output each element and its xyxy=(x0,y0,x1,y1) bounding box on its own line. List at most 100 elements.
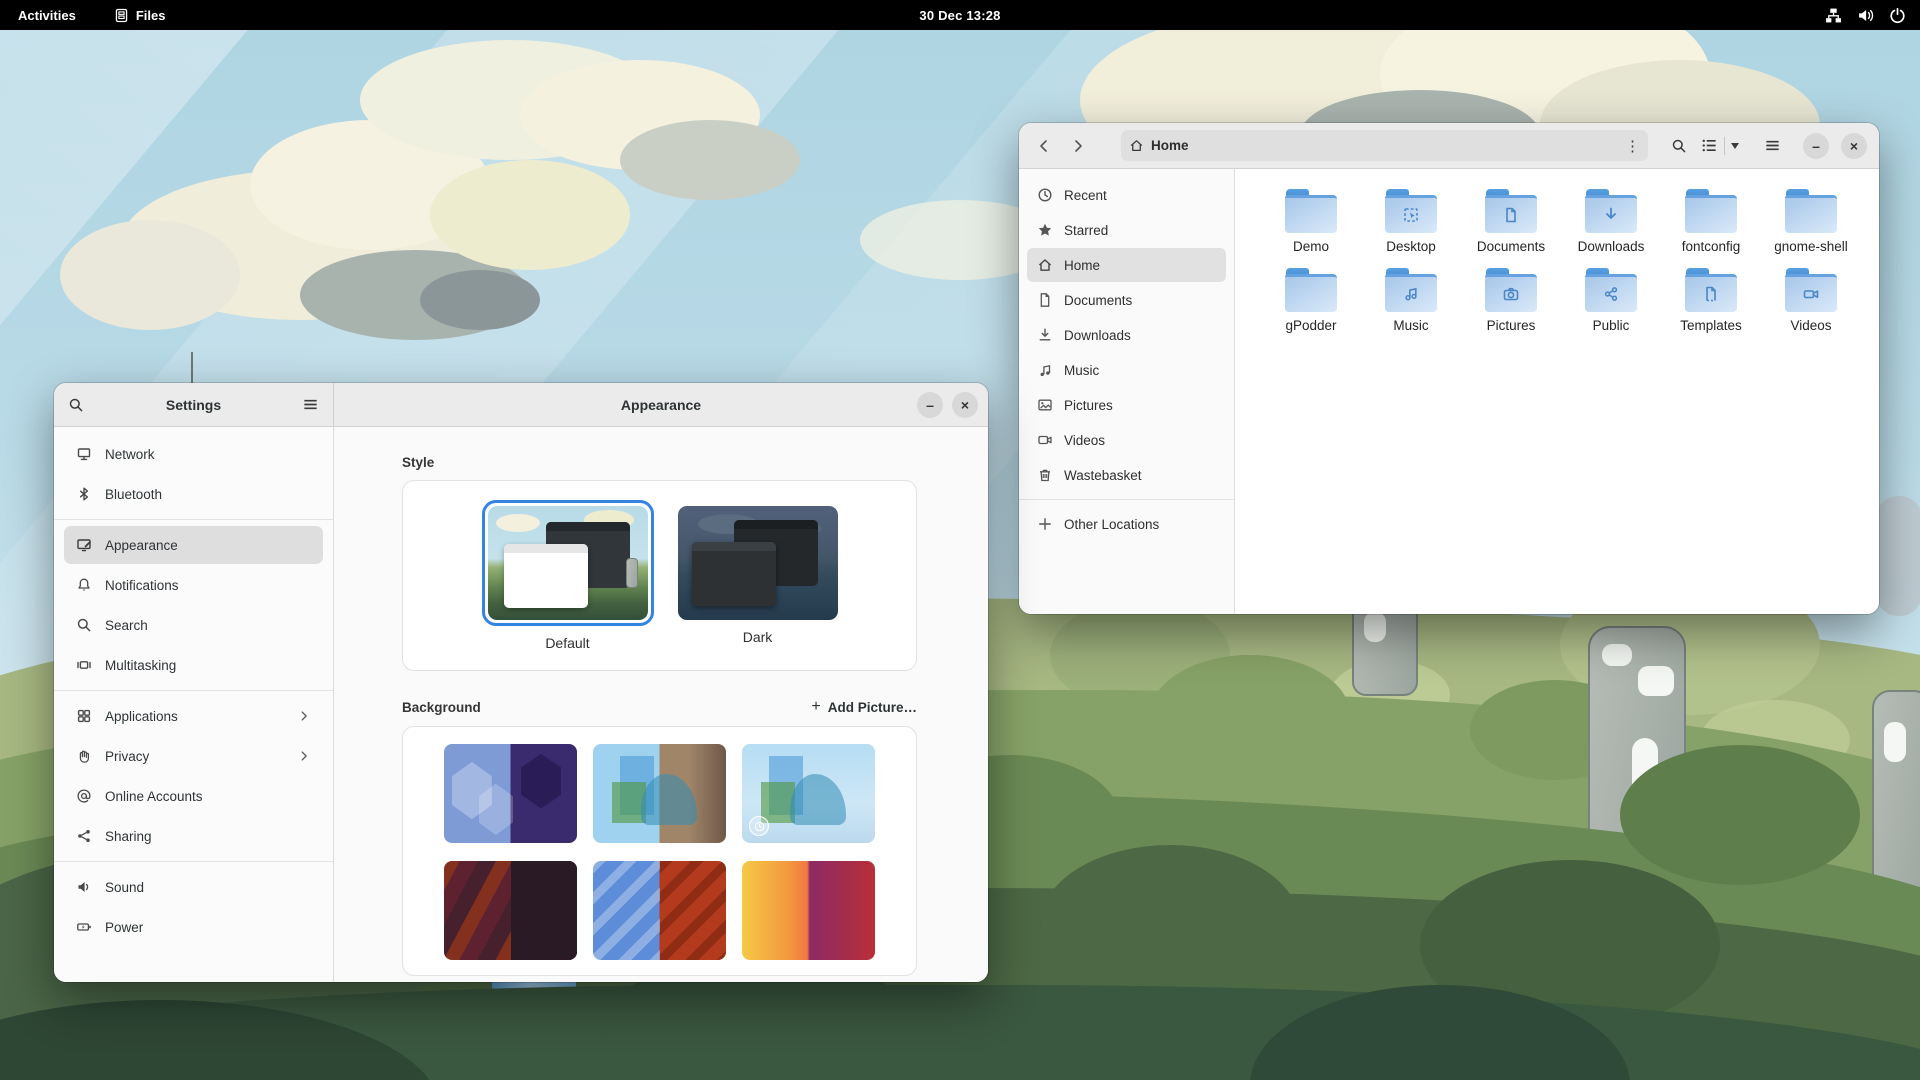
sidebar-item-power[interactable]: Power xyxy=(64,908,323,946)
wallpaper-thumbnail-dark-red-waves[interactable] xyxy=(444,861,577,960)
style-section-title: Style xyxy=(402,455,917,470)
sidebar-item-label: Other Locations xyxy=(1064,517,1159,532)
style-option-default[interactable]: Default xyxy=(482,500,654,651)
folder-gnome-shell[interactable]: gnome-shell xyxy=(1761,189,1861,254)
divider xyxy=(54,690,333,691)
sidebar-item-multitasking[interactable]: Multitasking xyxy=(64,646,323,684)
bell-icon xyxy=(76,577,92,593)
sidebar-item-recent[interactable]: Recent xyxy=(1027,178,1226,212)
chevron-right-icon xyxy=(297,749,311,763)
wallpaper-thumbnail-yellow-purple-gradient[interactable] xyxy=(742,861,875,960)
trash-icon xyxy=(1037,467,1053,483)
close-icon: × xyxy=(961,397,969,413)
volume-icon xyxy=(1857,7,1874,24)
sidebar-item-sharing[interactable]: Sharing xyxy=(64,817,323,855)
sidebar-item-online-accounts[interactable]: Online Accounts xyxy=(64,777,323,815)
back-icon xyxy=(1036,138,1052,154)
wallpaper-thumbnail-blue-orange-drips[interactable] xyxy=(593,861,726,960)
folder-downloads[interactable]: Downloads xyxy=(1561,189,1661,254)
sidebar-item-label: Wastebasket xyxy=(1064,468,1142,483)
app-grid-icon xyxy=(76,708,92,724)
forward-icon xyxy=(1070,138,1086,154)
minimize-button[interactable]: – xyxy=(1803,133,1829,159)
sidebar-item-pictures[interactable]: Pictures xyxy=(1027,388,1226,422)
files-content-area[interactable]: Demo Desktop Documents xyxy=(1235,169,1879,614)
folder-name: Desktop xyxy=(1386,239,1436,254)
sidebar-item-bluetooth[interactable]: Bluetooth xyxy=(64,475,323,513)
search-icon[interactable] xyxy=(68,397,84,413)
folder-pictures[interactable]: Pictures xyxy=(1461,268,1561,333)
sidebar-item-other-locations[interactable]: Other Locations xyxy=(1027,507,1226,541)
chevron-right-icon xyxy=(297,709,311,723)
sidebar-item-network[interactable]: Network xyxy=(64,435,323,473)
wallpaper-thumbnail-blue-sepia-abstract[interactable] xyxy=(593,744,726,843)
auto-switch-clock-badge xyxy=(749,816,769,836)
style-option-label: Dark xyxy=(743,629,773,645)
sidebar-item-music[interactable]: Music xyxy=(1027,353,1226,387)
folder-desktop[interactable]: Desktop xyxy=(1361,189,1461,254)
search-button[interactable] xyxy=(1666,133,1692,159)
sidebar-item-wastebasket[interactable]: Wastebasket xyxy=(1027,458,1226,492)
folder-documents[interactable]: Documents xyxy=(1461,189,1561,254)
folder-music[interactable]: Music xyxy=(1361,268,1461,333)
sidebar-item-notifications[interactable]: Notifications xyxy=(64,566,323,604)
background-section-title: Background xyxy=(402,700,481,715)
sidebar-item-documents[interactable]: Documents xyxy=(1027,283,1226,317)
minimize-icon: – xyxy=(1812,138,1820,154)
folder-gpodder[interactable]: gPodder xyxy=(1261,268,1361,333)
focused-app-name: Files xyxy=(136,8,166,23)
minimize-button[interactable]: – xyxy=(917,392,943,418)
view-toggle-button[interactable] xyxy=(1701,132,1739,160)
kebab-menu-icon[interactable]: ⋮ xyxy=(1625,137,1640,155)
folder-demo[interactable]: Demo xyxy=(1261,189,1361,254)
focused-app-menu[interactable]: Files xyxy=(114,8,166,23)
sidebar-item-label: Bluetooth xyxy=(105,487,162,502)
wallpaper-thumbnail-blue-purple-hexagons[interactable] xyxy=(444,744,577,843)
sidebar-item-label: Applications xyxy=(105,709,178,724)
settings-titlebar-left[interactable]: Settings xyxy=(54,383,334,427)
sidebar-item-label: Sharing xyxy=(105,829,152,844)
folder-templates[interactable]: Templates xyxy=(1661,268,1761,333)
back-button[interactable] xyxy=(1031,133,1057,159)
sidebar-item-starred[interactable]: Starred xyxy=(1027,213,1226,247)
system-status-area[interactable] xyxy=(1825,7,1906,24)
style-card: Default Dark xyxy=(402,480,917,671)
clock-icon xyxy=(1037,187,1053,203)
divider xyxy=(1724,137,1725,155)
add-picture-button[interactable]: + Add Picture… xyxy=(811,698,917,716)
sidebar-item-privacy[interactable]: Privacy xyxy=(64,737,323,775)
files-sidebar: Recent Starred Home Documents Downloads … xyxy=(1019,169,1235,614)
sidebar-item-applications[interactable]: Applications xyxy=(64,697,323,735)
close-button[interactable]: × xyxy=(952,392,978,418)
folder-videos[interactable]: Videos xyxy=(1761,268,1861,333)
close-button[interactable]: × xyxy=(1841,133,1867,159)
folder-name: Templates xyxy=(1680,318,1742,333)
sidebar-item-label: Starred xyxy=(1064,223,1108,238)
forward-button[interactable] xyxy=(1065,133,1091,159)
folder-fontconfig[interactable]: fontconfig xyxy=(1661,189,1761,254)
folder-icon xyxy=(1685,268,1737,312)
hill-bush xyxy=(1150,655,1350,775)
style-option-dark[interactable]: Dark xyxy=(678,500,838,645)
dropdown-arrow-icon xyxy=(1731,143,1739,149)
hamburger-menu-icon[interactable] xyxy=(302,396,319,413)
background-card xyxy=(402,726,917,976)
sidebar-item-sound[interactable]: Sound xyxy=(64,868,323,906)
clock-button[interactable]: 30 Dec 13:28 xyxy=(919,8,1000,23)
main-menu-button[interactable] xyxy=(1759,133,1785,159)
path-bar[interactable]: Home ⋮ xyxy=(1121,130,1648,161)
sidebar-item-downloads[interactable]: Downloads xyxy=(1027,318,1226,352)
activities-button[interactable]: Activities xyxy=(18,8,76,23)
folder-public[interactable]: Public xyxy=(1561,268,1661,333)
home-icon xyxy=(1037,257,1053,273)
settings-titlebar-right[interactable]: Appearance – × xyxy=(334,383,988,427)
sidebar-item-appearance[interactable]: Appearance xyxy=(64,526,323,564)
sidebar-item-search[interactable]: Search xyxy=(64,606,323,644)
sidebar-item-home[interactable]: Home xyxy=(1027,248,1226,282)
top-bar: Activities Files 30 Dec 13:28 xyxy=(0,0,1920,30)
sidebar-item-label: Search xyxy=(105,618,148,633)
files-titlebar[interactable]: Home ⋮ – × xyxy=(1019,123,1879,169)
sidebar-item-videos[interactable]: Videos xyxy=(1027,423,1226,457)
wallpaper-thumbnail-light-blue-abstract[interactable] xyxy=(742,744,875,843)
download-icon xyxy=(1037,327,1053,343)
